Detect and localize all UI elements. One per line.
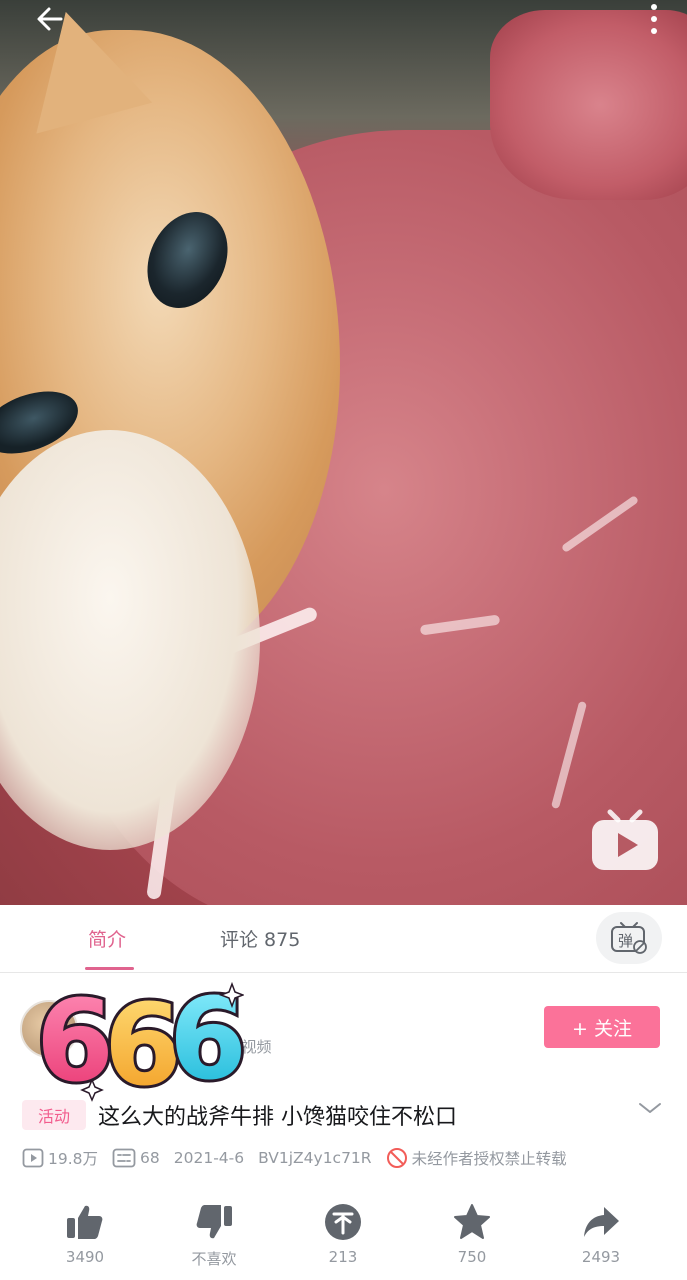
- danmaku-toggle-button[interactable]: 弹: [596, 912, 662, 964]
- video-meta: 19.8万 68 2021-4-6 BV1jZ4y1c71R 未经作者授权禁止转…: [22, 1146, 581, 1170]
- danmaku-off-icon: 弹: [611, 922, 647, 954]
- danmaku-glyph: 弹: [618, 932, 633, 950]
- coin-count: 213: [328, 1248, 358, 1266]
- favorite-button[interactable]: 750: [422, 1200, 522, 1266]
- video-title: 这么大的战斧牛排 小馋猫咬住不松口: [98, 1105, 457, 1130]
- favorite-count: 750: [457, 1248, 487, 1266]
- dislike-button[interactable]: 不喜欢: [164, 1200, 264, 1269]
- share-button[interactable]: 2493: [551, 1200, 651, 1266]
- prohibited-icon: [386, 1148, 407, 1168]
- star-icon: [454, 1204, 490, 1239]
- follow-button[interactable]: + 关注: [544, 1006, 660, 1048]
- sticker-digit: 6: [36, 977, 114, 1102]
- bilibili-tv-icon: [592, 809, 658, 870]
- coin-icon: [325, 1204, 361, 1240]
- activity-tag[interactable]: 活动: [22, 1100, 86, 1130]
- more-options-button[interactable]: [639, 0, 669, 38]
- dislike-label: 不喜欢: [191, 1250, 237, 1268]
- back-button[interactable]: [28, 0, 72, 38]
- bvid: BV1jZ4y1c71R: [258, 1149, 372, 1167]
- play-count-icon: [22, 1148, 44, 1168]
- copyright-notice: 未经作者授权禁止转载: [386, 1147, 567, 1169]
- danmaku-count: 68: [112, 1148, 160, 1168]
- arrow-left-icon: [37, 7, 63, 31]
- chevron-down-icon[interactable]: [638, 1098, 662, 1118]
- danmaku-count-icon: [112, 1148, 136, 1168]
- 666-sticker: 6 6 6: [34, 972, 244, 1102]
- danmaku-count-text: 68: [140, 1149, 160, 1167]
- copyright-notice-text: 未经作者授权禁止转载: [411, 1150, 567, 1168]
- share-count: 2493: [581, 1248, 621, 1266]
- share-arrow-icon: [584, 1207, 619, 1237]
- thumbs-up-icon: [67, 1205, 103, 1239]
- like-button[interactable]: 3490: [35, 1200, 135, 1266]
- publish-date: 2021-4-6: [173, 1149, 245, 1167]
- steak-top-image: [490, 10, 687, 200]
- coin-button[interactable]: 213: [293, 1200, 393, 1266]
- thumbs-down-icon: [196, 1205, 232, 1239]
- view-count-text: 19.8万: [48, 1150, 99, 1168]
- tab-intro[interactable]: 简介: [88, 925, 126, 952]
- like-count: 3490: [65, 1248, 105, 1266]
- view-count: 19.8万: [22, 1147, 98, 1169]
- video-player[interactable]: [0, 0, 687, 905]
- vertical-dots-icon: [651, 4, 657, 34]
- tab-comments[interactable]: 评论 875: [220, 925, 300, 952]
